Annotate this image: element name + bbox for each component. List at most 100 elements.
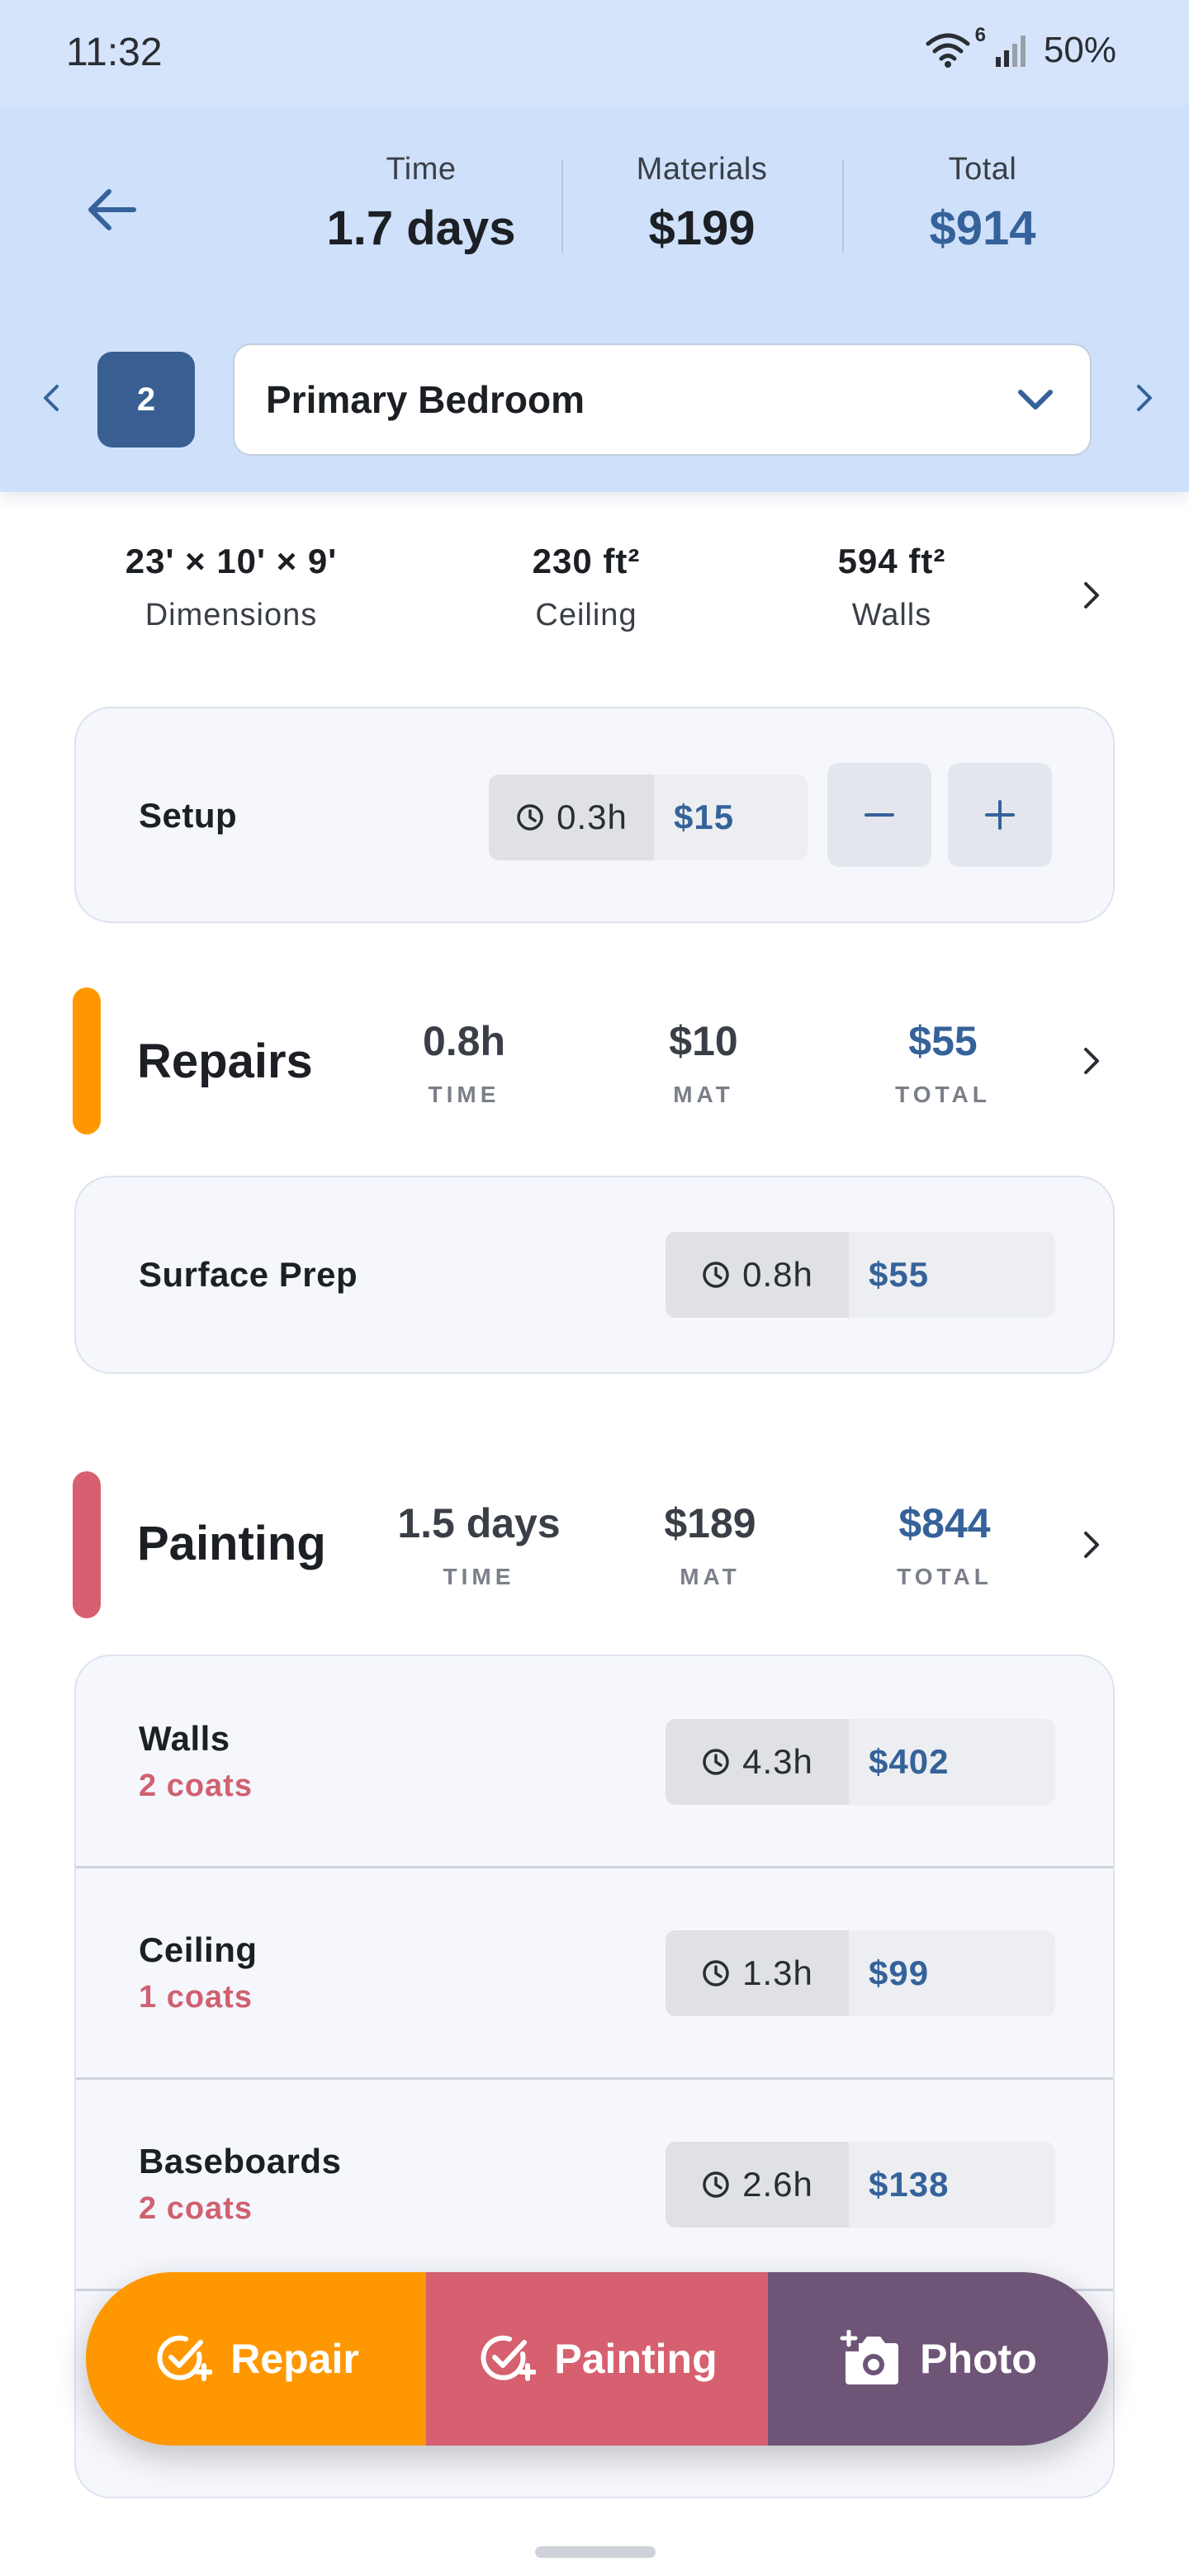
stat-label: TIME [428,1082,500,1107]
setup-label: Setup [139,796,238,835]
chip-time: 0.8h [666,1232,849,1318]
summary-total: Total $914 [842,149,1123,272]
chip-cost-value: $55 [849,1232,1055,1318]
dimension-label: Walls [851,598,932,632]
plus-icon [985,800,1015,830]
add-photo-button[interactable]: Photo [768,2272,1108,2446]
repairs-color-bar [73,987,101,1134]
next-room-button[interactable] [1126,373,1163,423]
summary-value: $199 [648,201,756,255]
arrow-left-icon [88,189,136,230]
stat-label: TOTAL [897,1564,992,1589]
chip-cost-value: $99 [849,1930,1055,2016]
clock-icon [703,2171,729,2198]
home-indicator[interactable] [535,2546,656,2558]
stat-label: TOTAL [895,1082,991,1107]
chip-time-value: 2.6h [742,2165,813,2204]
room-select[interactable]: Primary Bedroom [233,343,1092,456]
painting-item-chip[interactable]: 4.3h $402 [666,1719,1055,1805]
add-repair-button[interactable]: Repair [86,2272,426,2446]
stat-label: MAT [680,1564,741,1589]
painting-mat-stat: $189 MAT [603,1499,817,1590]
painting-item-chip[interactable]: 1.3h $99 [666,1930,1055,2016]
add-photo-label: Photo [920,2336,1037,2382]
chevron-left-icon [44,385,59,411]
repair-item-chip[interactable]: 0.8h $55 [666,1232,1055,1318]
status-time: 11:32 [66,31,163,74]
setup-chip[interactable]: 0.3h $15 [489,774,808,860]
wifi-badge: 6 [974,24,986,46]
dimension-value: 594 ft² [837,542,946,580]
repairs-open-button[interactable] [1077,1040,1106,1082]
stat-value: $55 [908,1018,978,1064]
chip-cost-value: $138 [849,2142,1055,2228]
repairs-total-stat: $55 TOTAL [836,1017,1050,1108]
painting-item-chip[interactable]: 2.6h $138 [666,2142,1055,2228]
setup-card: Setup 0.3h $15 [74,707,1115,923]
painting-total-stat: $844 TOTAL [837,1499,1052,1590]
chip-cost-value: $15 [654,774,808,860]
decrement-button[interactable] [827,763,931,867]
signal-icon [994,32,1032,69]
painting-item-label: Walls [139,1719,230,1758]
action-bar: Repair Painting Photo [86,2272,1108,2446]
summary-materials: Materials $199 [561,149,842,272]
stat-label: MAT [673,1082,734,1107]
check-circle-add-icon [481,2335,537,2381]
increment-button[interactable] [948,763,1052,867]
room-dimensions: 23' × 10' × 9' Dimensions 230 ft² Ceilin… [74,542,1065,649]
status-icons: 6 50% [925,24,1116,71]
summary-label: Time [386,152,457,187]
chip-time-value: 1.3h [742,1953,813,1992]
add-repair-label: Repair [230,2336,359,2382]
painting-item-coats: 2 coats [139,1769,253,1803]
repairs-mat-stat: $10 MAT [596,1017,811,1108]
stat-value: $10 [669,1018,738,1064]
stat-value: 0.8h [422,1018,506,1064]
chevron-right-icon [1084,582,1099,608]
chip-time: 1.3h [666,1930,849,2016]
dimension-label: Dimensions [144,598,318,632]
back-button[interactable] [79,177,145,243]
painting-color-bar [73,1471,101,1618]
dimension-value: 23' × 10' × 9' [125,542,338,580]
repairs-title: Repairs [137,1035,313,1088]
repair-item-label: Surface Prep [139,1255,358,1294]
painting-item-coats: 2 coats [139,2191,253,2226]
dimensions-edit-button[interactable] [1077,575,1106,616]
dimensions-stat: 23' × 10' × 9' Dimensions [91,542,372,633]
painting-open-button[interactable] [1077,1524,1106,1565]
clock-icon [703,1960,729,1986]
summary-label: Total [948,152,1017,187]
repairs-card: Surface Prep 0.8h $55 [74,1176,1115,1374]
chip-time-value: 4.3h [742,1742,813,1781]
painting-item-label: Ceiling [139,1930,258,1969]
dimension-label: Ceiling [535,598,637,632]
chip-time: 0.3h [489,774,654,860]
chevron-right-icon [1084,1532,1099,1558]
summary-value: 1.7 days [326,201,516,255]
painting-item-coats: 1 coats [139,1980,253,2015]
add-painting-button[interactable]: Painting [426,2272,768,2446]
painting-title: Painting [137,1517,326,1570]
chip-time-value: 0.3h [557,798,628,836]
battery-text: 50% [1043,30,1116,70]
minus-icon [865,813,894,817]
previous-room-button[interactable] [33,373,69,423]
summary-time: Time 1.7 days [281,149,561,272]
chip-time: 2.6h [666,2142,849,2228]
summary-label: Materials [636,152,768,187]
stat-value: $844 [898,1500,991,1546]
check-circle-add-icon [157,2335,213,2381]
dimension-value: 230 ft² [532,542,641,580]
chevron-right-icon [1137,385,1152,411]
ceiling-stat: 230 ft² Ceiling [487,542,685,633]
row-divider [76,1866,1113,1868]
clock-icon [703,1262,729,1288]
repairs-time-stat: 0.8h TIME [357,1017,571,1108]
painting-item-label: Baseboards [139,2142,342,2181]
clock-icon [703,1749,729,1775]
room-number-badge: 2 [97,352,195,447]
chevron-down-icon [1018,390,1053,410]
walls-stat: 594 ft² Walls [793,542,991,633]
